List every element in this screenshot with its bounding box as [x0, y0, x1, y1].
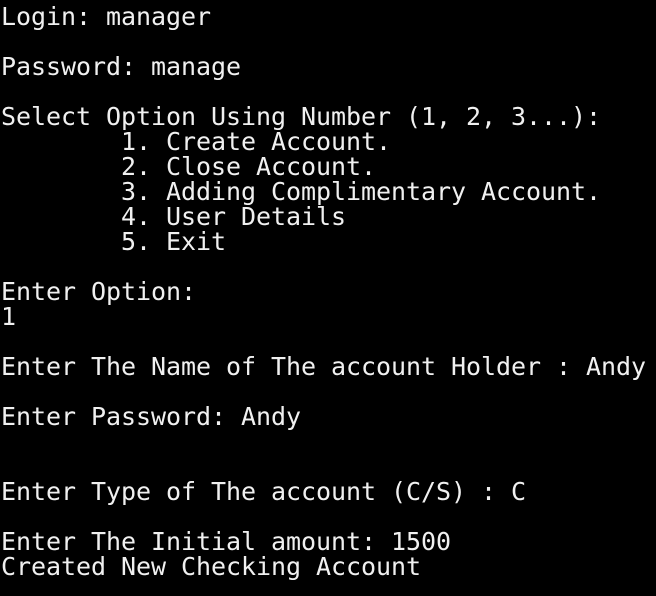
account-holder-line: Enter The Name of The account Holder : A… [1, 352, 647, 381]
menu-item-create-account: 1. Create Account. [1, 127, 392, 156]
option-input-value: 1 [1, 302, 17, 331]
account-type-line: Enter Type of The account (C/S) : C [1, 477, 527, 506]
initial-amount-line: Enter The Initial amount: 1500 [1, 527, 452, 556]
login-line: Login: manager [1, 2, 212, 31]
enter-option-prompt: Enter Option: [1, 277, 197, 306]
menu-item-user-details: 4. User Details [1, 202, 347, 231]
console-window[interactable]: Login: manager Password: manage Select O… [0, 0, 656, 596]
menu-item-complimentary-account: 3. Adding Complimentary Account. [1, 177, 602, 206]
menu-item-close-account: 2. Close Account. [1, 152, 377, 181]
enter-password-line: Enter Password: Andy [1, 402, 302, 431]
menu-item-exit: 5. Exit [1, 227, 227, 256]
result-line: Created New Checking Account [1, 552, 422, 581]
password-line: Password: manage [1, 52, 242, 81]
select-option-prompt: Select Option Using Number (1, 2, 3...): [1, 102, 602, 131]
